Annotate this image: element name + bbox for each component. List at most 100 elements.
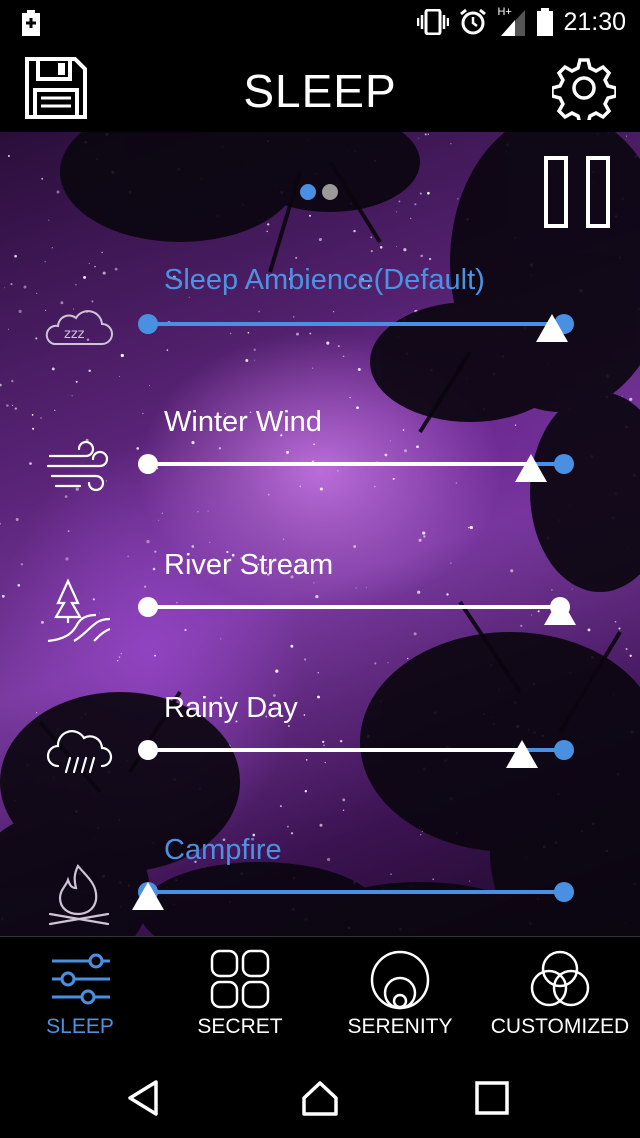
back-icon[interactable] xyxy=(124,1078,164,1118)
track-label: River Stream xyxy=(164,549,334,581)
star xyxy=(266,230,268,233)
star xyxy=(353,229,356,233)
bottom-nav: SLEEP SECRET SERENITY CUSTOMIZED xyxy=(0,936,640,1054)
slider-start-knob[interactable] xyxy=(138,454,158,474)
pause-button[interactable] xyxy=(543,156,613,228)
volume-handle[interactable] xyxy=(506,740,539,768)
svg-text:zzz: zzz xyxy=(64,327,85,342)
slider-end-knob[interactable] xyxy=(554,454,574,474)
volume-slider[interactable] xyxy=(132,872,580,912)
star xyxy=(423,535,426,538)
wind-icon xyxy=(46,440,109,492)
star xyxy=(414,203,417,206)
track-row-campfire: Campfire xyxy=(0,828,640,936)
star xyxy=(267,223,270,226)
star xyxy=(457,198,459,200)
volume-slider[interactable] xyxy=(138,444,580,484)
volume-handle[interactable] xyxy=(132,882,164,910)
star xyxy=(427,133,429,135)
alarm-icon xyxy=(460,8,487,35)
track-label: Sleep Ambience(Default) xyxy=(164,264,485,296)
star xyxy=(626,135,628,137)
sliders-icon xyxy=(52,953,110,1005)
star xyxy=(0,522,2,525)
star xyxy=(419,192,422,195)
recents-icon[interactable] xyxy=(472,1078,512,1118)
volume-handle[interactable] xyxy=(543,597,576,625)
star xyxy=(67,530,70,533)
slider-start-knob[interactable] xyxy=(138,597,158,617)
star xyxy=(398,200,401,203)
star xyxy=(51,247,53,249)
tab-secret[interactable]: SECRET xyxy=(160,937,320,1055)
star xyxy=(342,809,345,812)
page-title: SLEEP xyxy=(243,65,397,117)
slider-rail xyxy=(148,462,564,466)
app-bar: SLEEP xyxy=(0,44,640,132)
star xyxy=(418,137,420,139)
star xyxy=(396,246,397,248)
home-icon[interactable] xyxy=(300,1078,340,1118)
tab-serenity[interactable]: SERENITY xyxy=(320,937,480,1055)
campfire-icon xyxy=(48,863,110,926)
star xyxy=(317,672,320,674)
slider-end-knob[interactable] xyxy=(554,740,574,760)
volume-handle[interactable] xyxy=(514,454,547,482)
clock: 21:30 xyxy=(563,7,626,36)
river-tree-icon xyxy=(47,578,111,643)
track-label: Rainy Day xyxy=(164,692,298,724)
star xyxy=(308,214,312,217)
page-dot-active[interactable] xyxy=(300,184,316,200)
slider-rail xyxy=(148,605,564,609)
star xyxy=(349,397,351,399)
star xyxy=(71,395,73,397)
tab-label: SERENITY xyxy=(347,1015,453,1038)
signal-icon: H+ xyxy=(497,6,527,36)
star xyxy=(621,395,623,397)
gear-icon[interactable] xyxy=(552,56,616,120)
mixer-panel: Sleep Ambience(Default) zzz Winter Wind xyxy=(0,132,640,936)
slider-start-knob[interactable] xyxy=(138,740,158,760)
volume-handle[interactable] xyxy=(535,314,568,342)
star xyxy=(7,155,10,157)
volume-slider[interactable] xyxy=(138,730,580,770)
tab-customized[interactable]: CUSTOMIZED xyxy=(480,937,640,1055)
system-nav-bar xyxy=(0,1054,640,1138)
rain-cloud-icon xyxy=(46,730,113,774)
star xyxy=(283,538,285,540)
star xyxy=(148,384,151,387)
star xyxy=(319,823,323,827)
star xyxy=(370,236,373,239)
page-indicator xyxy=(300,184,338,200)
battery-plus-icon xyxy=(22,10,40,36)
tab-label: CUSTOMIZED xyxy=(490,1015,630,1038)
star xyxy=(395,211,398,213)
page-dot[interactable] xyxy=(322,184,338,200)
star xyxy=(420,254,423,258)
star xyxy=(41,177,44,180)
star xyxy=(424,133,427,136)
star xyxy=(422,531,426,535)
star xyxy=(75,380,78,383)
star xyxy=(48,219,50,221)
slider-rail xyxy=(148,748,564,752)
venn-icon xyxy=(530,950,590,1007)
slider-start-knob[interactable] xyxy=(138,314,158,334)
night-sky-background xyxy=(0,132,640,936)
track-row-river-stream: River Stream xyxy=(0,543,640,663)
star xyxy=(468,526,470,529)
volume-slider[interactable] xyxy=(138,304,580,344)
slider-end-knob[interactable] xyxy=(554,882,574,902)
star xyxy=(379,246,383,249)
star xyxy=(275,669,279,673)
star xyxy=(101,251,104,254)
circles-icon xyxy=(370,950,430,1010)
grid-icon xyxy=(210,949,270,1009)
star xyxy=(418,538,422,542)
star xyxy=(450,143,452,145)
volume-slider[interactable] xyxy=(138,587,580,627)
status-bar: H+ 21:30 xyxy=(0,0,640,44)
star xyxy=(318,237,322,242)
track-row-winter-wind: Winter Wind xyxy=(0,400,640,520)
tab-sleep[interactable]: SLEEP xyxy=(0,937,160,1055)
